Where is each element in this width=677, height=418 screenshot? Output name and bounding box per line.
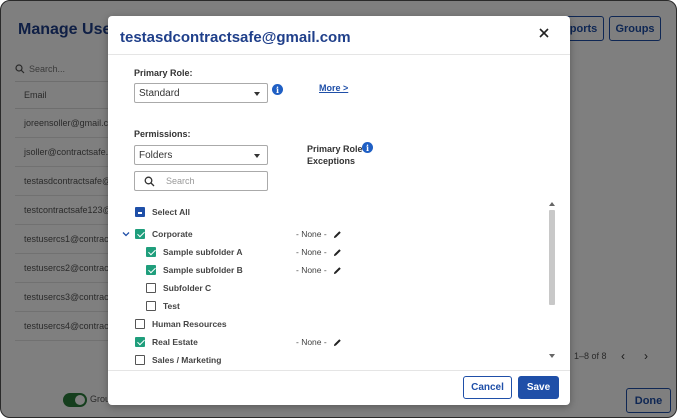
- user-permissions-modal: testasdcontractsafe@gmail.com Primary Ro…: [108, 16, 570, 405]
- real-estate-checkbox[interactable]: [135, 337, 145, 347]
- tree-row-label: Real Estate: [152, 337, 198, 347]
- tree-row-label: Subfolder C: [163, 283, 212, 293]
- select-all-checkbox[interactable]: [135, 207, 145, 217]
- tree-row-corporate[interactable]: Corporate: [135, 225, 193, 243]
- search-icon: [144, 176, 155, 186]
- footer-divider: [108, 370, 570, 371]
- tree-row-label: Corporate: [152, 229, 193, 239]
- tree-row-label: Sample subfolder B: [163, 265, 243, 275]
- save-button[interactable]: Save: [518, 376, 559, 399]
- tree-row-sample-subfolder-b[interactable]: Sample subfolder B: [146, 261, 243, 279]
- test-checkbox[interactable]: [146, 301, 156, 311]
- folder-search[interactable]: [134, 171, 268, 191]
- tree-row-test[interactable]: Test: [146, 297, 180, 315]
- chevron-down-icon[interactable]: [122, 230, 130, 238]
- pencil-icon[interactable]: [333, 338, 342, 347]
- pencil-icon[interactable]: [333, 230, 342, 239]
- sales-marketing-checkbox[interactable]: [135, 355, 145, 365]
- close-icon[interactable]: [536, 25, 552, 41]
- scrollbar-thumb[interactable]: [549, 210, 555, 305]
- tree-row-label: Select All: [152, 207, 190, 217]
- exception-real-estate[interactable]: - None -: [296, 333, 342, 351]
- exception-sample-subfolder-b[interactable]: - None -: [296, 261, 342, 279]
- tree-row-label: Test: [163, 301, 180, 311]
- tree-row-label: Human Resources: [152, 319, 227, 329]
- tree-row-real-estate[interactable]: Real Estate: [135, 333, 198, 351]
- scroll-up-arrow[interactable]: [549, 202, 555, 206]
- tree-row-label: Sample subfolder A: [163, 247, 243, 257]
- primary-role-select[interactable]: Standard: [134, 83, 268, 103]
- tree-row-sales-marketing[interactable]: Sales / Marketing: [135, 351, 221, 369]
- primary-role-label: Primary Role:: [134, 68, 193, 78]
- tree-row-sample-subfolder-a[interactable]: Sample subfolder A: [146, 243, 243, 261]
- primary-role-value: Standard: [139, 87, 180, 99]
- tree-row-human-resources[interactable]: Human Resources: [135, 315, 227, 333]
- human-resources-checkbox[interactable]: [135, 319, 145, 329]
- exceptions-label: Primary Role Exceptions: [307, 144, 363, 166]
- info-icon[interactable]: i: [272, 84, 283, 95]
- exception-value: - None -: [296, 265, 327, 275]
- pencil-icon[interactable]: [333, 248, 342, 257]
- exception-value: - None -: [296, 247, 327, 257]
- folder-search-input[interactable]: [166, 176, 256, 186]
- tree-row-subfolder-c[interactable]: Subfolder C: [146, 279, 211, 297]
- info-icon[interactable]: i: [362, 142, 373, 153]
- modal-title: testasdcontractsafe@gmail.com: [120, 29, 351, 46]
- tree-scrollbar[interactable]: [548, 200, 556, 362]
- permissions-value: Folders: [139, 149, 173, 161]
- corporate-checkbox[interactable]: [135, 229, 145, 239]
- exception-corporate[interactable]: - None -: [296, 225, 342, 243]
- cancel-button[interactable]: Cancel: [463, 376, 512, 399]
- exception-value: - None -: [296, 337, 327, 347]
- more-link[interactable]: More >: [319, 83, 348, 93]
- sample-subfolder-a-checkbox[interactable]: [146, 247, 156, 257]
- subfolder-c-checkbox[interactable]: [146, 283, 156, 293]
- exception-value: - None -: [296, 229, 327, 239]
- chevron-down-icon: [254, 92, 260, 96]
- folder-tree: Select All Corporate - None - Sample sub…: [108, 200, 548, 370]
- exception-sample-subfolder-a[interactable]: - None -: [296, 243, 342, 261]
- tree-row-label: Sales / Marketing: [152, 355, 222, 365]
- pencil-icon[interactable]: [333, 266, 342, 275]
- header-divider: [108, 54, 570, 55]
- permissions-select[interactable]: Folders: [134, 145, 268, 165]
- permissions-label: Permissions:: [134, 129, 191, 139]
- sample-subfolder-b-checkbox[interactable]: [146, 265, 156, 275]
- tree-row-select-all[interactable]: Select All: [135, 203, 190, 221]
- scroll-down-arrow[interactable]: [549, 354, 555, 358]
- chevron-down-icon: [254, 154, 260, 158]
